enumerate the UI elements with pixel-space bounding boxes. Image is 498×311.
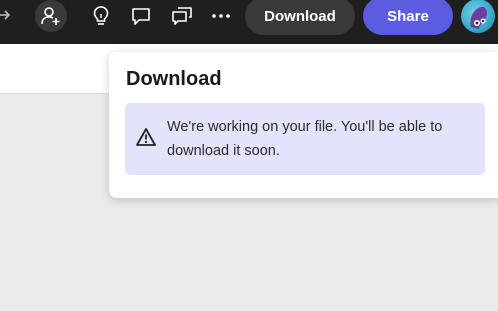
lightbulb-icon[interactable] — [90, 5, 112, 27]
arrow-icon[interactable] — [0, 6, 12, 26]
download-popover: Download We're working on your file. You… — [109, 52, 498, 198]
more-icon[interactable] — [210, 5, 232, 27]
warning-icon — [136, 127, 156, 147]
popover-title: Download — [126, 68, 222, 90]
download-button[interactable]: Download — [245, 0, 355, 35]
comment-icon[interactable] — [130, 5, 152, 27]
share-button[interactable]: Share — [363, 0, 453, 35]
add-user-button[interactable] — [35, 0, 67, 32]
top-toolbar: Download Share — [0, 0, 498, 44]
info-message-box: We're working on your file. You'll be ab… — [125, 103, 485, 175]
info-message: We're working on your file. You'll be ab… — [167, 119, 443, 159]
chats-icon[interactable] — [170, 5, 194, 27]
avatar[interactable] — [461, 0, 495, 33]
add-user-icon — [40, 5, 62, 27]
